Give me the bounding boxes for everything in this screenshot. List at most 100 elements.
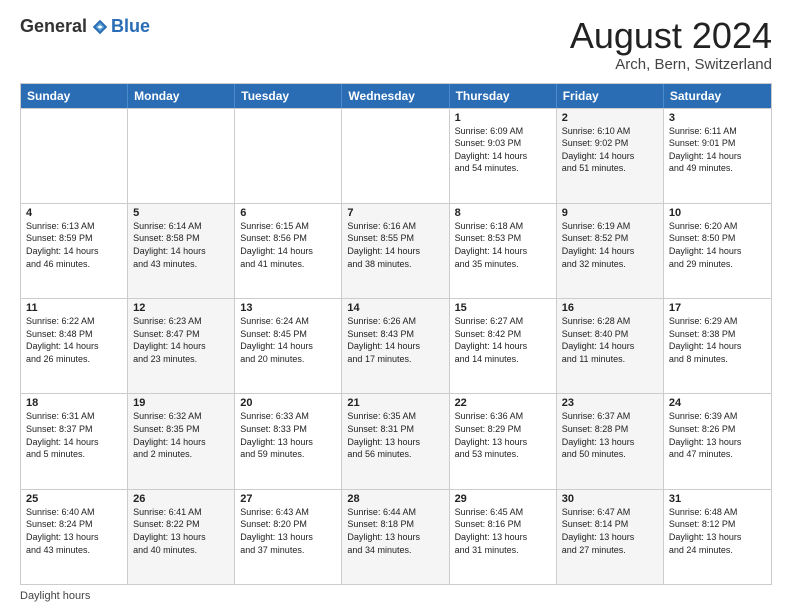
calendar-cell bbox=[21, 109, 128, 203]
day-info: Sunrise: 6:16 AM Sunset: 8:55 PM Dayligh… bbox=[347, 220, 443, 270]
day-number: 3 bbox=[669, 112, 766, 124]
calendar-cell: 15Sunrise: 6:27 AM Sunset: 8:42 PM Dayli… bbox=[450, 299, 557, 393]
calendar-cell: 10Sunrise: 6:20 AM Sunset: 8:50 PM Dayli… bbox=[664, 204, 771, 298]
calendar-cell: 22Sunrise: 6:36 AM Sunset: 8:29 PM Dayli… bbox=[450, 394, 557, 488]
calendar-cell: 7Sunrise: 6:16 AM Sunset: 8:55 PM Daylig… bbox=[342, 204, 449, 298]
page: General Blue August 2024 Arch, Bern, Swi… bbox=[0, 0, 792, 612]
day-info: Sunrise: 6:32 AM Sunset: 8:35 PM Dayligh… bbox=[133, 410, 229, 460]
day-info: Sunrise: 6:37 AM Sunset: 8:28 PM Dayligh… bbox=[562, 410, 658, 460]
calendar-row: 1Sunrise: 6:09 AM Sunset: 9:03 PM Daylig… bbox=[21, 108, 771, 203]
cal-header-day: Wednesday bbox=[342, 84, 449, 108]
calendar-cell: 3Sunrise: 6:11 AM Sunset: 9:01 PM Daylig… bbox=[664, 109, 771, 203]
day-number: 2 bbox=[562, 112, 658, 124]
cal-header-day: Sunday bbox=[21, 84, 128, 108]
day-number: 6 bbox=[240, 207, 336, 219]
title-block: August 2024 Arch, Bern, Switzerland bbox=[570, 16, 772, 73]
day-number: 9 bbox=[562, 207, 658, 219]
day-number: 30 bbox=[562, 493, 658, 505]
cal-header-day: Thursday bbox=[450, 84, 557, 108]
calendar-cell: 11Sunrise: 6:22 AM Sunset: 8:48 PM Dayli… bbox=[21, 299, 128, 393]
calendar-cell: 13Sunrise: 6:24 AM Sunset: 8:45 PM Dayli… bbox=[235, 299, 342, 393]
day-info: Sunrise: 6:15 AM Sunset: 8:56 PM Dayligh… bbox=[240, 220, 336, 270]
day-info: Sunrise: 6:18 AM Sunset: 8:53 PM Dayligh… bbox=[455, 220, 551, 270]
day-number: 8 bbox=[455, 207, 551, 219]
calendar-cell: 19Sunrise: 6:32 AM Sunset: 8:35 PM Dayli… bbox=[128, 394, 235, 488]
day-number: 19 bbox=[133, 397, 229, 409]
logo-general: General bbox=[20, 16, 87, 37]
calendar-row: 25Sunrise: 6:40 AM Sunset: 8:24 PM Dayli… bbox=[21, 489, 771, 584]
day-number: 18 bbox=[26, 397, 122, 409]
day-number: 17 bbox=[669, 302, 766, 314]
day-info: Sunrise: 6:45 AM Sunset: 8:16 PM Dayligh… bbox=[455, 506, 551, 556]
day-number: 12 bbox=[133, 302, 229, 314]
day-number: 14 bbox=[347, 302, 443, 314]
day-number: 28 bbox=[347, 493, 443, 505]
day-info: Sunrise: 6:33 AM Sunset: 8:33 PM Dayligh… bbox=[240, 410, 336, 460]
day-info: Sunrise: 6:31 AM Sunset: 8:37 PM Dayligh… bbox=[26, 410, 122, 460]
day-info: Sunrise: 6:43 AM Sunset: 8:20 PM Dayligh… bbox=[240, 506, 336, 556]
day-number: 29 bbox=[455, 493, 551, 505]
day-info: Sunrise: 6:28 AM Sunset: 8:40 PM Dayligh… bbox=[562, 315, 658, 365]
cal-header-day: Friday bbox=[557, 84, 664, 108]
calendar-cell: 24Sunrise: 6:39 AM Sunset: 8:26 PM Dayli… bbox=[664, 394, 771, 488]
calendar-cell: 30Sunrise: 6:47 AM Sunset: 8:14 PM Dayli… bbox=[557, 490, 664, 584]
subtitle: Arch, Bern, Switzerland bbox=[570, 56, 772, 73]
day-number: 7 bbox=[347, 207, 443, 219]
calendar-cell: 6Sunrise: 6:15 AM Sunset: 8:56 PM Daylig… bbox=[235, 204, 342, 298]
calendar-cell: 16Sunrise: 6:28 AM Sunset: 8:40 PM Dayli… bbox=[557, 299, 664, 393]
logo-text: General Blue bbox=[20, 16, 150, 37]
calendar-cell: 14Sunrise: 6:26 AM Sunset: 8:43 PM Dayli… bbox=[342, 299, 449, 393]
day-info: Sunrise: 6:36 AM Sunset: 8:29 PM Dayligh… bbox=[455, 410, 551, 460]
day-info: Sunrise: 6:35 AM Sunset: 8:31 PM Dayligh… bbox=[347, 410, 443, 460]
calendar-cell: 23Sunrise: 6:37 AM Sunset: 8:28 PM Dayli… bbox=[557, 394, 664, 488]
day-info: Sunrise: 6:10 AM Sunset: 9:02 PM Dayligh… bbox=[562, 125, 658, 175]
day-number: 23 bbox=[562, 397, 658, 409]
logo: General Blue bbox=[20, 16, 150, 37]
day-info: Sunrise: 6:44 AM Sunset: 8:18 PM Dayligh… bbox=[347, 506, 443, 556]
calendar-body: 1Sunrise: 6:09 AM Sunset: 9:03 PM Daylig… bbox=[21, 108, 771, 584]
day-info: Sunrise: 6:41 AM Sunset: 8:22 PM Dayligh… bbox=[133, 506, 229, 556]
day-info: Sunrise: 6:24 AM Sunset: 8:45 PM Dayligh… bbox=[240, 315, 336, 365]
calendar-cell: 26Sunrise: 6:41 AM Sunset: 8:22 PM Dayli… bbox=[128, 490, 235, 584]
calendar-cell: 8Sunrise: 6:18 AM Sunset: 8:53 PM Daylig… bbox=[450, 204, 557, 298]
cal-header-day: Monday bbox=[128, 84, 235, 108]
calendar-row: 4Sunrise: 6:13 AM Sunset: 8:59 PM Daylig… bbox=[21, 203, 771, 298]
day-info: Sunrise: 6:09 AM Sunset: 9:03 PM Dayligh… bbox=[455, 125, 551, 175]
day-info: Sunrise: 6:48 AM Sunset: 8:12 PM Dayligh… bbox=[669, 506, 766, 556]
calendar-cell: 9Sunrise: 6:19 AM Sunset: 8:52 PM Daylig… bbox=[557, 204, 664, 298]
day-number: 5 bbox=[133, 207, 229, 219]
day-info: Sunrise: 6:40 AM Sunset: 8:24 PM Dayligh… bbox=[26, 506, 122, 556]
calendar-header: SundayMondayTuesdayWednesdayThursdayFrid… bbox=[21, 84, 771, 108]
cal-header-day: Tuesday bbox=[235, 84, 342, 108]
day-number: 25 bbox=[26, 493, 122, 505]
calendar-cell: 1Sunrise: 6:09 AM Sunset: 9:03 PM Daylig… bbox=[450, 109, 557, 203]
calendar-cell: 5Sunrise: 6:14 AM Sunset: 8:58 PM Daylig… bbox=[128, 204, 235, 298]
calendar-row: 18Sunrise: 6:31 AM Sunset: 8:37 PM Dayli… bbox=[21, 393, 771, 488]
day-info: Sunrise: 6:14 AM Sunset: 8:58 PM Dayligh… bbox=[133, 220, 229, 270]
day-info: Sunrise: 6:11 AM Sunset: 9:01 PM Dayligh… bbox=[669, 125, 766, 175]
day-number: 26 bbox=[133, 493, 229, 505]
calendar-row: 11Sunrise: 6:22 AM Sunset: 8:48 PM Dayli… bbox=[21, 298, 771, 393]
calendar-cell: 20Sunrise: 6:33 AM Sunset: 8:33 PM Dayli… bbox=[235, 394, 342, 488]
calendar-cell: 17Sunrise: 6:29 AM Sunset: 8:38 PM Dayli… bbox=[664, 299, 771, 393]
day-number: 10 bbox=[669, 207, 766, 219]
calendar-cell: 2Sunrise: 6:10 AM Sunset: 9:02 PM Daylig… bbox=[557, 109, 664, 203]
day-number: 16 bbox=[562, 302, 658, 314]
calendar-cell bbox=[128, 109, 235, 203]
day-number: 11 bbox=[26, 302, 122, 314]
day-info: Sunrise: 6:47 AM Sunset: 8:14 PM Dayligh… bbox=[562, 506, 658, 556]
footer-note: Daylight hours bbox=[20, 590, 772, 602]
day-number: 15 bbox=[455, 302, 551, 314]
calendar-cell: 29Sunrise: 6:45 AM Sunset: 8:16 PM Dayli… bbox=[450, 490, 557, 584]
day-info: Sunrise: 6:26 AM Sunset: 8:43 PM Dayligh… bbox=[347, 315, 443, 365]
calendar-cell: 18Sunrise: 6:31 AM Sunset: 8:37 PM Dayli… bbox=[21, 394, 128, 488]
day-info: Sunrise: 6:27 AM Sunset: 8:42 PM Dayligh… bbox=[455, 315, 551, 365]
header: General Blue August 2024 Arch, Bern, Swi… bbox=[20, 16, 772, 73]
calendar-cell: 21Sunrise: 6:35 AM Sunset: 8:31 PM Dayli… bbox=[342, 394, 449, 488]
logo-blue: Blue bbox=[111, 16, 150, 37]
cal-header-day: Saturday bbox=[664, 84, 771, 108]
calendar-cell: 28Sunrise: 6:44 AM Sunset: 8:18 PM Dayli… bbox=[342, 490, 449, 584]
logo-icon bbox=[91, 18, 109, 36]
calendar-cell: 12Sunrise: 6:23 AM Sunset: 8:47 PM Dayli… bbox=[128, 299, 235, 393]
calendar-cell: 27Sunrise: 6:43 AM Sunset: 8:20 PM Dayli… bbox=[235, 490, 342, 584]
